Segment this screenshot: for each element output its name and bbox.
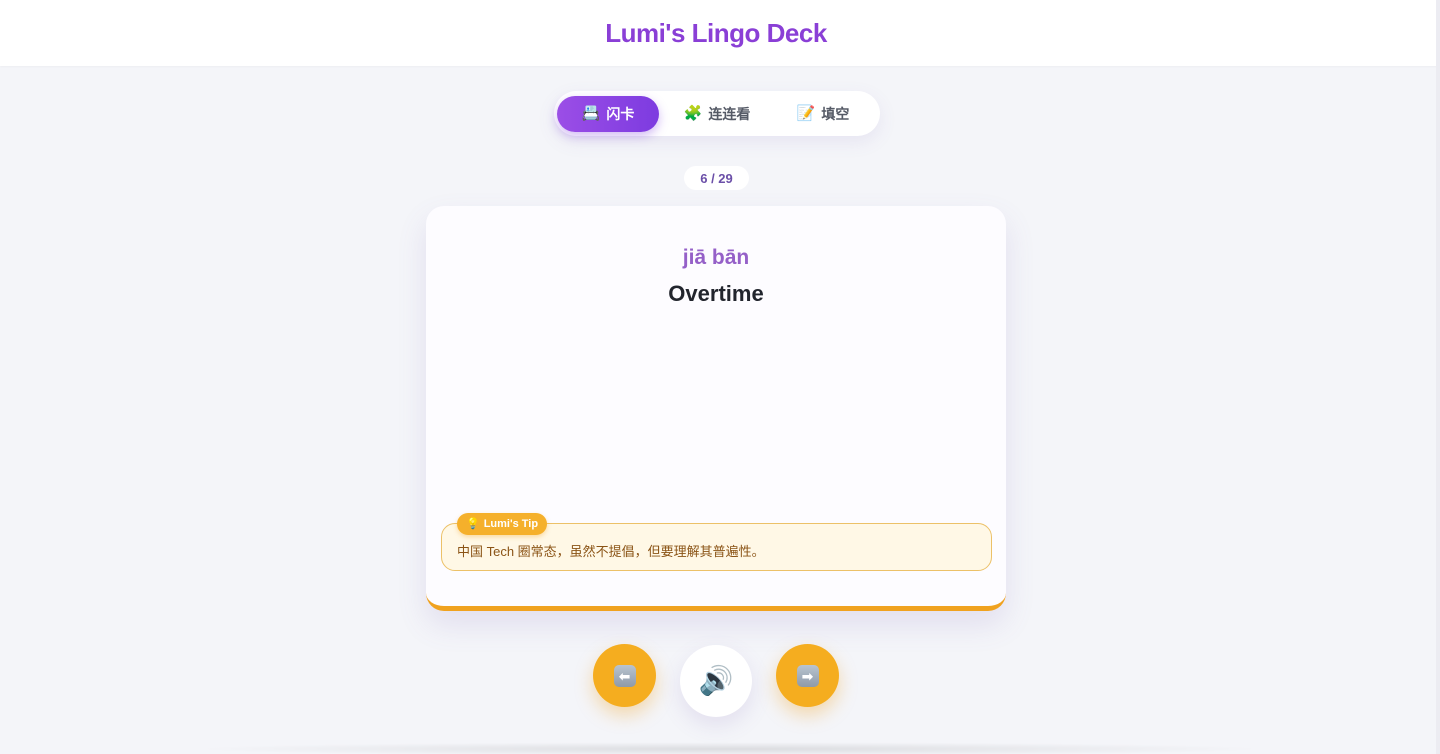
scrollbar[interactable] [1436, 0, 1440, 754]
tab-label: 闪卡 [606, 105, 635, 122]
card-meaning: Overtime [668, 281, 764, 306]
light-bulb-icon: 💡 [466, 517, 480, 530]
speaker-icon: 🔊 [698, 665, 734, 696]
card-index-icon: 📇 [581, 105, 601, 122]
flashcard[interactable]: jiā bān Overtime 💡 Lumi's Tip 中国 Tech 圈常… [426, 206, 1006, 611]
left-arrow-icon: ⬅ [613, 664, 636, 687]
memo-icon: 📝 [796, 105, 816, 122]
tab-label: 填空 [821, 105, 850, 122]
app-title: Lumi's Lingo Deck [605, 17, 827, 48]
play-audio-button[interactable]: 🔊 [680, 645, 752, 717]
tip-badge: 💡 Lumi's Tip [457, 513, 548, 535]
progress-counter: 6 / 29 [684, 166, 749, 190]
right-arrow-icon: ➡ [796, 664, 819, 687]
tip-badge-label: Lumi's Tip [483, 518, 539, 530]
card-pinyin: jiā bān [682, 246, 750, 269]
app-root: Lumi's Lingo Deck 📇 闪卡 🧩 连连看 📝 填空 6 / 29… [0, 0, 1440, 754]
mode-tabs: 📇 闪卡 🧩 连连看 📝 填空 [554, 91, 880, 136]
tab-label: 连连看 [708, 105, 751, 122]
next-button[interactable]: ➡ [776, 644, 839, 707]
top-bar: Lumi's Lingo Deck [0, 0, 1440, 66]
puzzle-icon: 🧩 [683, 105, 703, 122]
tip-box: 💡 Lumi's Tip 中国 Tech 圈常态，虽然不提倡，但要理解其普遍性。 [441, 513, 992, 571]
tab-fill-blank[interactable]: 📝 填空 [775, 96, 871, 132]
card-controls: ⬅ 🔊 ➡ [0, 644, 1440, 720]
tab-flashcards[interactable]: 📇 闪卡 [557, 95, 659, 132]
previous-button[interactable]: ⬅ [593, 644, 656, 707]
tab-matching[interactable]: 🧩 连连看 [659, 96, 775, 132]
bottom-shadow [190, 742, 1270, 754]
tip-text: 中国 Tech 圈常态，虽然不提倡，但要理解其普遍性。 [457, 544, 765, 559]
